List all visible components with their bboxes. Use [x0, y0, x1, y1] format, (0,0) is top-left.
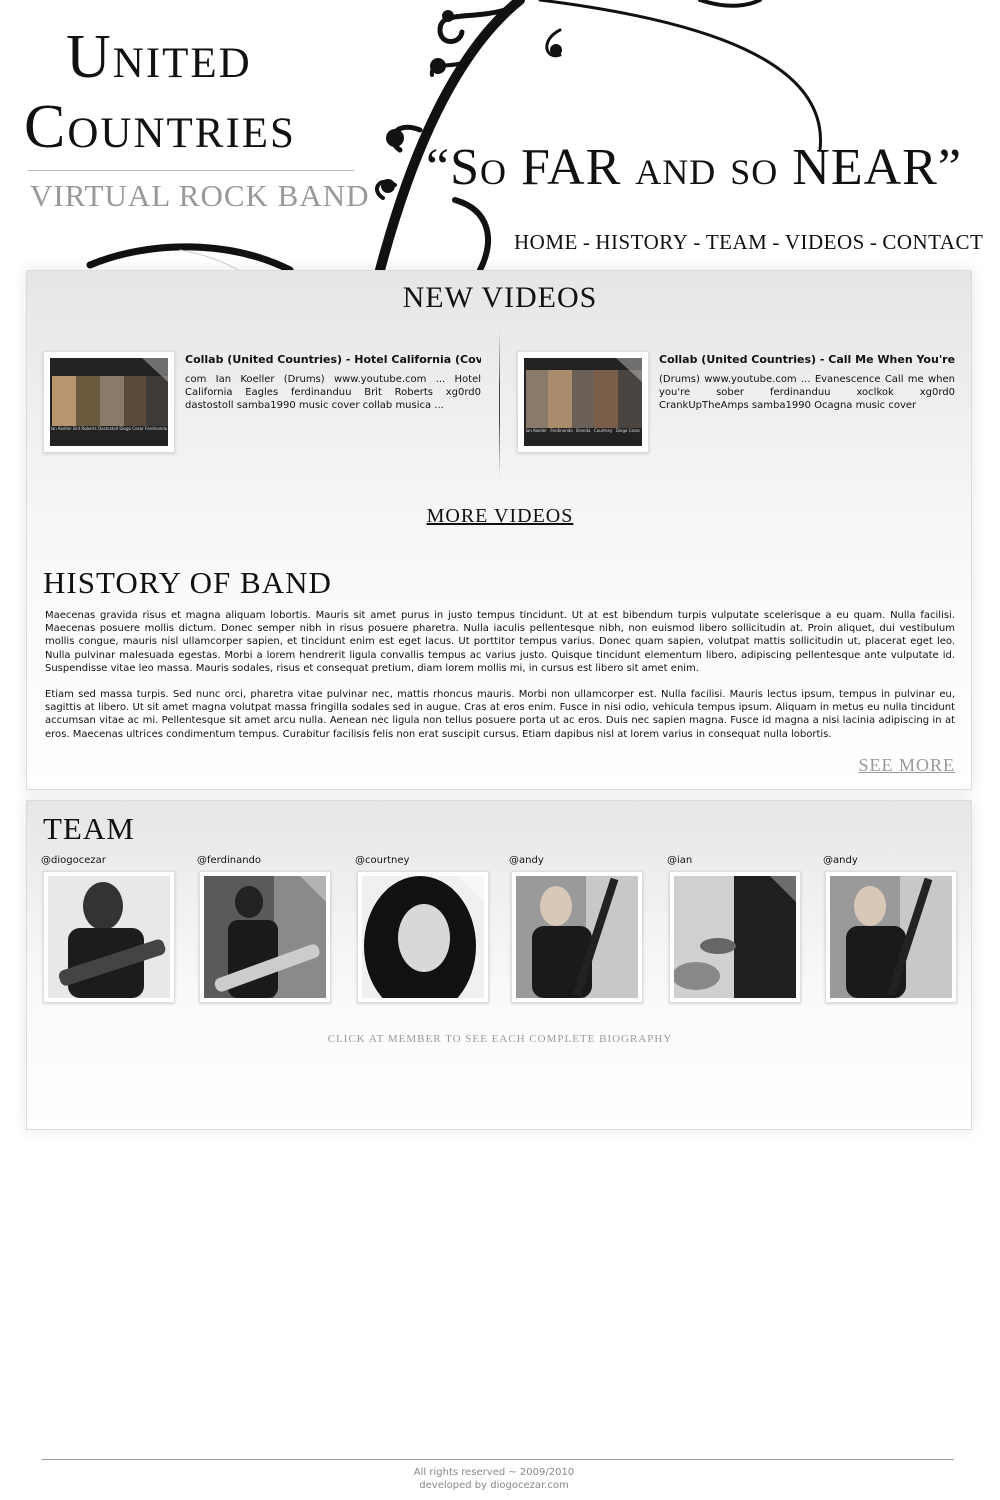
logo-title-line1: United [66, 23, 252, 91]
nav-history[interactable]: HISTORY [595, 230, 688, 254]
member-photo[interactable] [43, 871, 175, 1003]
history-paragraph: Etiam sed massa turpis. Sed nunc orci, p… [45, 689, 955, 740]
nav-videos[interactable]: VIDEOS [785, 230, 865, 254]
video-divider [499, 331, 500, 477]
video-thumbnail-image: Ian Koeller Brit Roberts Dastostoll Diog… [50, 358, 168, 446]
slogan: “So FAR and so NEAR” [426, 139, 962, 196]
more-videos-link[interactable]: MORE VIDEOS [427, 505, 574, 527]
main-nav: HOME - HISTORY - TEAM - VIDEOS - CONTACT [514, 230, 983, 255]
team-member[interactable]: @ferdinando [197, 855, 331, 1003]
member-photo-image [362, 876, 484, 998]
thumb-caption: Ferdinando [145, 426, 168, 431]
history-text: Maecenas gravida risus et magna aliquam … [45, 609, 955, 754]
thumb-caption: Dastostoll [98, 426, 119, 431]
video-item[interactable]: Ian Koeller Brit Roberts Dastostoll Diog… [43, 351, 483, 453]
team-member[interactable]: @ian [667, 855, 801, 1003]
video-title[interactable]: Collab (United Countries) - Hotel Califo… [185, 353, 481, 366]
footer: All rights reserved ~ 2009/2010 develope… [0, 1466, 988, 1492]
member-handle: @andy [823, 855, 858, 866]
nav-separator: - [693, 230, 701, 254]
more-videos-container: MORE VIDEOS [27, 505, 973, 528]
history-paragraph: Maecenas gravida risus et magna aliquam … [45, 610, 955, 674]
member-photo[interactable] [199, 871, 331, 1003]
video-title[interactable]: Collab (United Countries) - Call Me When… [659, 353, 955, 366]
team-panel: TEAM @diogocezar @ferdinando @courtney @… [26, 800, 972, 1130]
team-member[interactable]: @andy [823, 855, 957, 1003]
member-handle: @andy [509, 855, 544, 866]
member-handle: @courtney [355, 855, 410, 866]
video-description: com Ian Koeller (Drums) www.youtube.com … [185, 374, 481, 411]
logo-divider [28, 170, 354, 171]
thumb-caption: Courtney [593, 428, 613, 433]
member-photo-image [674, 876, 796, 998]
video-thumbnail[interactable]: Ian Koeller Ferdinando Brenda Courtney D… [517, 351, 649, 453]
member-handle: @diogocezar [41, 855, 106, 866]
member-photo-image [830, 876, 952, 998]
nav-contact[interactable]: CONTACT [882, 230, 983, 254]
history-heading: HISTORY OF BAND [43, 565, 332, 600]
member-photo-image [516, 876, 638, 998]
thumb-caption: Ian Koeller [525, 428, 547, 433]
team-member[interactable]: @andy [509, 855, 643, 1003]
video-description: (Drums) www.youtube.com ... Evanescence … [659, 374, 955, 411]
video-thumbnail-image: Ian Koeller Ferdinando Brenda Courtney D… [524, 358, 642, 446]
header: United Countries VIRTUAL ROCK BAND “So F… [0, 0, 1000, 280]
nav-home[interactable]: HOME [514, 230, 578, 254]
video-thumbnail[interactable]: Ian Koeller Brit Roberts Dastostoll Diog… [43, 351, 175, 453]
member-handle: @ian [667, 855, 693, 866]
footer-copyright: All rights reserved ~ 2009/2010 [413, 1467, 575, 1478]
thumb-caption: Diogo Cezar [615, 428, 641, 433]
video-item[interactable]: Ian Koeller Ferdinando Brenda Courtney D… [517, 351, 957, 453]
team-member[interactable]: @courtney [355, 855, 489, 1003]
member-photo[interactable] [357, 871, 489, 1003]
thumb-caption: Brenda [576, 428, 591, 433]
thumb-caption: Diogo Cezar [119, 426, 144, 431]
nav-team[interactable]: TEAM [706, 230, 768, 254]
see-more-link[interactable]: SEE MORE [858, 755, 955, 775]
nav-separator: - [582, 230, 591, 254]
thumb-caption: Ferdinando [550, 428, 573, 433]
footer-developer-link[interactable]: developed by diogocezar.com [0, 1479, 988, 1492]
thumb-caption: Ian Koeller [50, 426, 72, 431]
nav-separator: - [772, 230, 780, 254]
member-photo-image [204, 876, 326, 998]
thumb-caption: Brit Roberts [73, 426, 97, 431]
videos-history-panel: NEW VIDEOS Ian Koeller Brit Roberts Dast… [26, 270, 972, 790]
team-member[interactable]: @diogocezar [41, 855, 175, 1003]
member-photo[interactable] [669, 871, 801, 1003]
member-photo[interactable] [825, 871, 957, 1003]
team-note: CLICK AT MEMBER TO SEE EACH COMPLETE BIO… [327, 1033, 673, 1045]
member-photo[interactable] [511, 871, 643, 1003]
see-more-container: SEE MORE [858, 755, 955, 776]
new-videos-heading: NEW VIDEOS [402, 281, 598, 314]
team-heading: TEAM [43, 811, 135, 846]
logo-title-line2: Countries [24, 93, 296, 161]
member-photo-image [48, 876, 170, 998]
member-handle: @ferdinando [197, 855, 262, 866]
logo-subtitle: VIRTUAL ROCK BAND [30, 178, 370, 213]
nav-separator: - [869, 230, 878, 254]
footer-divider [42, 1459, 954, 1460]
